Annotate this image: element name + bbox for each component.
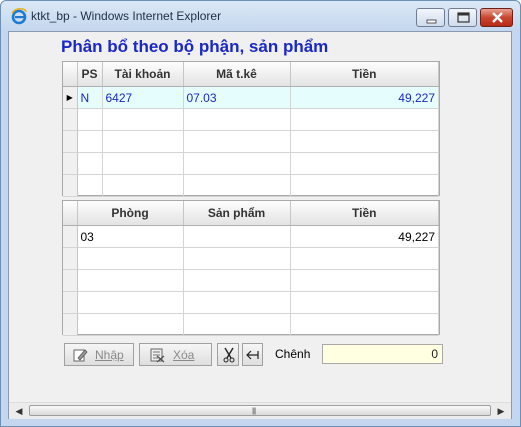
column-header-product[interactable]: Sản phẩm [183,201,291,226]
department-product-grid[interactable]: Phòng Sản phẩm Tiền 03 49,227 [62,200,440,336]
column-header-amount[interactable]: Tiền [290,62,439,87]
table-row-empty[interactable] [63,130,439,153]
minimize-button[interactable] [416,8,445,27]
scissors-icon [223,347,235,363]
difference-label: Chênh [275,347,311,361]
table-row-empty[interactable] [63,152,439,175]
table-row-empty[interactable] [63,247,439,270]
row-indicator-header [63,62,78,87]
close-button[interactable] [480,8,513,27]
horizontal-scrollbar[interactable]: ◀ |||| ▶ [9,402,511,419]
table-row-empty[interactable] [63,313,439,336]
table-row-empty[interactable] [63,174,439,197]
scroll-left-icon[interactable]: ◀ [11,403,27,419]
row-indicator-header [63,201,78,226]
column-header-ps[interactable]: PS [77,62,103,87]
page-content: Phân bổ theo bộ phận, sản phẩm PS Tài kh… [8,31,512,419]
cut-button[interactable] [217,343,239,366]
delete-button[interactable]: Xóa [139,343,212,366]
enter-button-label: Nhập [95,348,124,362]
scroll-right-icon[interactable]: ▶ [493,403,509,419]
table-row-empty[interactable] [63,269,439,292]
column-header-room[interactable]: Phòng [77,201,184,226]
insert-row-button[interactable] [242,343,263,366]
cell-amount[interactable]: 49,227 [290,225,439,248]
table-row[interactable]: 03 49,227 [63,225,439,248]
cell-amount[interactable]: 49,227 [290,86,439,109]
window-title: ktkt_bp - Windows Internet Explorer [31,9,222,23]
table-row-empty[interactable] [63,291,439,314]
account-allocation-grid[interactable]: PS Tài khoản Mã t.kê Tiền ▶ N 6427 07.03… [62,61,440,197]
table-row-empty[interactable] [63,108,439,131]
edit-icon [73,349,88,362]
scrollbar-thumb[interactable]: |||| [29,405,491,416]
close-icon [492,12,503,23]
maximize-button[interactable] [448,8,477,27]
internet-explorer-icon [11,7,27,25]
delete-icon [150,348,165,363]
column-header-code[interactable]: Mã t.kê [183,62,291,87]
column-header-amount[interactable]: Tiền [290,201,439,226]
enter-button[interactable]: Nhập [64,343,134,366]
cell-account[interactable]: 6427 [102,86,184,109]
difference-field[interactable]: 0 [322,344,443,364]
delete-button-label: Xóa [173,348,195,362]
minimize-icon [426,19,437,24]
cell-code[interactable]: 07.03 [183,86,291,109]
current-row-indicator-icon: ▶ [63,86,78,109]
cell-ps[interactable]: N [77,86,103,109]
cell-product[interactable] [183,225,291,248]
page-title: Phân bổ theo bộ phận, sản phẩm [61,37,329,56]
column-header-account[interactable]: Tài khoản [102,62,184,87]
grip-icon: |||| [252,408,256,415]
cell-room[interactable]: 03 [77,225,184,248]
table-row[interactable]: ▶ N 6427 07.03 49,227 [63,86,439,109]
maximize-icon [457,12,470,23]
browser-window: ktkt_bp - Windows Internet Explorer Phân… [0,0,521,427]
insert-row-icon [246,350,259,360]
title-bar[interactable]: ktkt_bp - Windows Internet Explorer [1,1,520,31]
